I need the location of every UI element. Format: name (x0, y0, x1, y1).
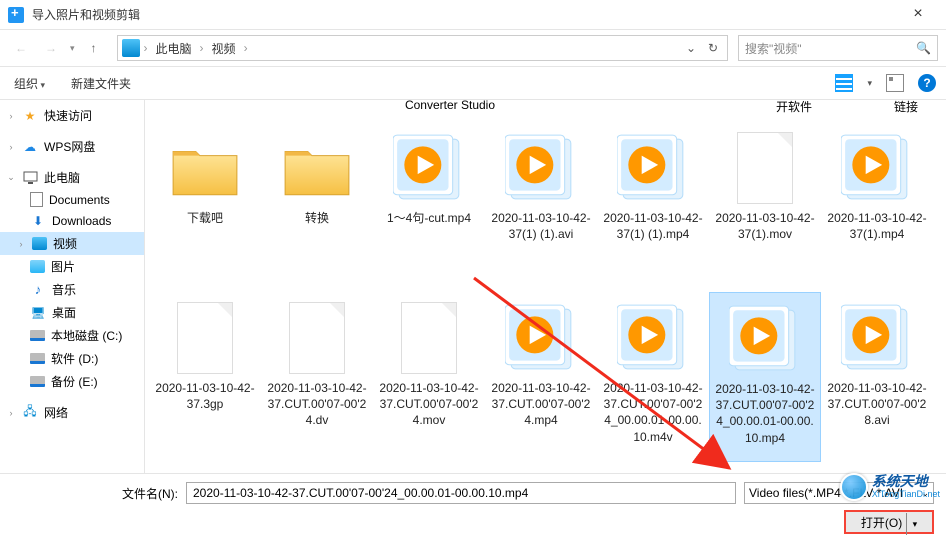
search-placeholder: 搜索"视频" (745, 40, 802, 57)
up-button[interactable]: ↑ (81, 35, 107, 61)
file-tile[interactable]: 2020-11-03-10-42-37.CUT.00'07-00'24_00.0… (597, 292, 709, 462)
file-label: 转换 (305, 210, 329, 226)
sidebar: ›★快速访问 ›☁WPS网盘 ⌄此电脑 Documents ⬇Downloads… (0, 100, 145, 473)
sidebar-item-pictures[interactable]: 图片 (0, 255, 144, 278)
cut-label-open-sw: 开软件 (739, 100, 849, 115)
preview-pane-button[interactable] (886, 74, 904, 92)
file-label: 下载吧 (187, 210, 223, 226)
file-list[interactable]: Converter Studio 开软件 链接 下载吧 转换 1～4句-cut.mp… (145, 100, 946, 473)
file-tile[interactable]: 2020-11-03-10-42-37.CUT.00'07-00'24.dv (261, 292, 373, 462)
file-tile[interactable]: 2020-11-03-10-42-37.3gp (149, 292, 261, 462)
open-button[interactable]: 打开(O) ▾ (844, 510, 934, 534)
title-bar: 导入照片和视频剪辑 × (0, 0, 946, 30)
file-icon (401, 302, 457, 374)
app-icon (8, 7, 24, 23)
file-label: 2020-11-03-10-42-37.CUT.00'07-00'24.mov (377, 380, 481, 429)
address-bar[interactable]: › 此电脑 › 视频 › ⌄ ↻ (117, 35, 728, 61)
file-label: 2020-11-03-10-42-37.CUT.00'07-00'28.avi (825, 380, 929, 429)
file-tile[interactable]: 下载吧 (149, 122, 261, 292)
file-label: 2020-11-03-10-42-37.CUT.00'07-00'24.dv (265, 380, 369, 429)
footer: 文件名(N): Video files(*.MP4 *.FLV *.AVI⌄ 打… (0, 473, 946, 533)
organize-menu[interactable]: 组织 (10, 73, 49, 94)
nav-bar: ← → ▾ ↑ › 此电脑 › 视频 › ⌄ ↻ 搜索"视频" 🔍 (0, 30, 946, 66)
search-input[interactable]: 搜索"视频" 🔍 (738, 35, 938, 61)
file-tile[interactable]: 转换 (261, 122, 373, 292)
file-tile[interactable]: 2020-11-03-10-42-37(1).mov (709, 122, 821, 292)
crumb-videos[interactable]: 视频 (208, 40, 240, 57)
file-tile[interactable]: 2020-11-03-10-42-37.CUT.00'07-00'24.mov (373, 292, 485, 462)
file-label: 1～4句-cut.mp4 (387, 210, 471, 226)
sidebar-item-downloads[interactable]: ⬇Downloads (0, 210, 144, 232)
file-label: 2020-11-03-10-42-37.CUT.00'07-00'24.mp4 (489, 380, 593, 429)
view-mode-dropdown[interactable]: ▾ (867, 78, 872, 89)
video-icon (839, 302, 915, 374)
video-icon (615, 132, 691, 204)
filename-label: 文件名(N): (122, 485, 178, 502)
sidebar-item-videos[interactable]: ›视频 (0, 232, 144, 255)
cut-label-studio: Converter Studio (395, 100, 505, 112)
file-label: 2020-11-03-10-42-37.CUT.00'07-00'24_00.0… (601, 380, 705, 445)
filename-input[interactable] (186, 482, 736, 504)
sidebar-item-wps[interactable]: ›☁WPS网盘 (0, 135, 144, 158)
location-icon (122, 39, 140, 57)
file-icon (289, 302, 345, 374)
file-tile[interactable]: 2020-11-03-10-42-37(1).mp4 (821, 122, 933, 292)
folder-icon (279, 132, 355, 204)
watermark: 系统天地 XiTongTianDi.net (840, 473, 940, 501)
file-tile[interactable]: 1～4句-cut.mp4 (373, 122, 485, 292)
video-icon (839, 132, 915, 204)
history-dropdown[interactable]: ▾ (70, 43, 75, 54)
file-icon (177, 302, 233, 374)
video-icon (727, 303, 803, 375)
sidebar-item-e-drive[interactable]: 备份 (E:) (0, 370, 144, 393)
sidebar-item-network[interactable]: ›🖧网络 (0, 401, 144, 424)
file-label: 2020-11-03-10-42-37(1) (1).mp4 (601, 210, 705, 242)
file-tile[interactable]: 2020-11-03-10-42-37(1) (1).avi (485, 122, 597, 292)
view-mode-button[interactable] (835, 74, 853, 92)
sidebar-item-this-pc[interactable]: ⌄此电脑 (0, 166, 144, 189)
video-icon (391, 132, 467, 204)
video-icon (503, 302, 579, 374)
file-tile[interactable]: 2020-11-03-10-42-37(1) (1).mp4 (597, 122, 709, 292)
video-icon (503, 132, 579, 204)
sidebar-item-documents[interactable]: Documents (0, 189, 144, 210)
file-tile[interactable]: 2020-11-03-10-42-37.CUT.00'07-00'24.mp4 (485, 292, 597, 462)
address-dropdown[interactable]: ⌄ (681, 41, 701, 55)
sidebar-item-quick-access[interactable]: ›★快速访问 (0, 104, 144, 127)
back-button[interactable]: ← (8, 35, 34, 61)
file-icon (737, 132, 793, 204)
help-button[interactable]: ? (918, 74, 936, 92)
forward-button[interactable]: → (38, 35, 64, 61)
file-label: 2020-11-03-10-42-37.3gp (153, 380, 257, 412)
sidebar-item-music[interactable]: ♪音乐 (0, 278, 144, 301)
toolbar: 组织 新建文件夹 ▾ ? (0, 66, 946, 100)
file-label: 2020-11-03-10-42-37.CUT.00'07-00'24_00.0… (714, 381, 816, 446)
refresh-button[interactable]: ↻ (703, 41, 723, 55)
watermark-globe-icon (840, 473, 868, 501)
video-icon (615, 302, 691, 374)
sidebar-item-c-drive[interactable]: 本地磁盘 (C:) (0, 324, 144, 347)
body: ›★快速访问 ›☁WPS网盘 ⌄此电脑 Documents ⬇Downloads… (0, 100, 946, 473)
file-tile[interactable]: 2020-11-03-10-42-37.CUT.00'07-00'24_00.0… (709, 292, 821, 462)
new-folder-button[interactable]: 新建文件夹 (67, 73, 135, 94)
file-tile[interactable]: 2020-11-03-10-42-37.CUT.00'07-00'28.avi (821, 292, 933, 462)
cut-label-link: 链接 (851, 100, 946, 115)
file-label: 2020-11-03-10-42-37(1).mov (713, 210, 817, 242)
sidebar-item-desktop[interactable]: 🖥桌面 (0, 301, 144, 324)
crumb-this-pc[interactable]: 此电脑 (152, 40, 196, 57)
folder-icon (167, 132, 243, 204)
search-icon[interactable]: 🔍 (916, 41, 931, 55)
close-button[interactable]: × (898, 1, 938, 29)
sidebar-item-d-drive[interactable]: 软件 (D:) (0, 347, 144, 370)
window-title: 导入照片和视频剪辑 (32, 6, 898, 23)
file-label: 2020-11-03-10-42-37(1) (1).avi (489, 210, 593, 242)
file-label: 2020-11-03-10-42-37(1).mp4 (825, 210, 929, 242)
